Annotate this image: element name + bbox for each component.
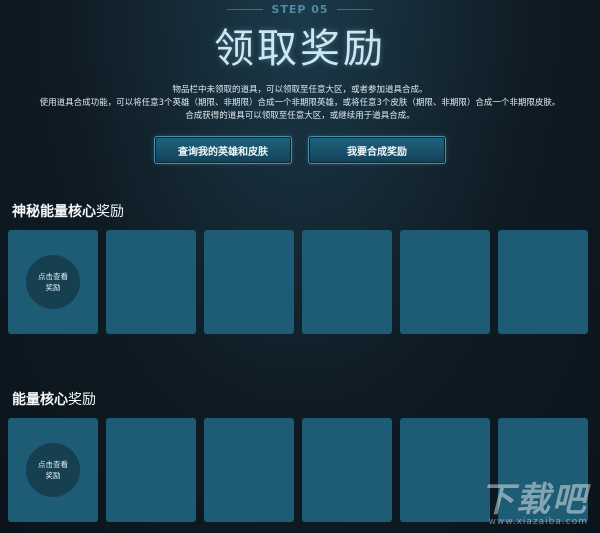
section-title-bold: 神秘能量核心 (12, 204, 96, 220)
reward-card[interactable] (204, 230, 294, 334)
watermark-url: www.xiazaiba.com (480, 517, 588, 527)
section-title-mystic-core: 神秘能量核心奖励 (12, 201, 124, 221)
synthesize-reward-button[interactable]: 我要合成奖励 (308, 136, 446, 164)
reward-card[interactable]: 点击查看 奖励 (8, 230, 98, 334)
view-reward-button[interactable]: 点击查看 奖励 (26, 443, 80, 497)
section-title-light: 奖励 (68, 392, 96, 408)
description: 物品栏中未领取的道具，可以领取至任意大区，或者参加道具合成。 使用道具合成功能，… (0, 84, 600, 123)
step-divider-right (337, 9, 373, 10)
reward-card[interactable] (400, 230, 490, 334)
view-reward-label: 奖励 (46, 282, 61, 293)
reward-card[interactable] (302, 230, 392, 334)
section-title-energy-core: 能量核心奖励 (12, 389, 96, 409)
description-line-1: 物品栏中未领取的道具，可以领取至任意大区，或者参加道具合成。 (0, 84, 600, 97)
description-line-2: 使用道具合成功能，可以将任意3个英雄（期限、非期限）合成一个非期限英雄，或将任意… (0, 97, 600, 110)
query-heroes-skins-button[interactable]: 查询我的英雄和皮肤 (154, 136, 292, 164)
view-reward-label: 点击查看 (38, 271, 68, 282)
reward-row-mystic-core: 点击查看 奖励 (8, 230, 588, 334)
reward-card[interactable] (204, 418, 294, 522)
action-buttons: 查询我的英雄和皮肤 我要合成奖励 (0, 136, 600, 164)
step-divider-left (227, 9, 263, 10)
reward-card[interactable] (106, 418, 196, 522)
reward-card[interactable] (302, 418, 392, 522)
reward-card[interactable] (498, 230, 588, 334)
section-title-light: 奖励 (96, 204, 124, 220)
reward-card[interactable]: 点击查看 奖励 (8, 418, 98, 522)
view-reward-label: 奖励 (46, 470, 61, 481)
reward-card[interactable] (400, 418, 490, 522)
watermark: 下载吧 www.xiazaiba.com (480, 472, 588, 527)
view-reward-button[interactable]: 点击查看 奖励 (26, 255, 80, 309)
description-line-3: 合成获得的道具可以领取至任意大区，或继续用于道具合成。 (0, 110, 600, 123)
view-reward-label: 点击查看 (38, 459, 68, 470)
section-title-bold: 能量核心 (12, 392, 68, 408)
step-label: STEP 05 (271, 3, 328, 16)
reward-card[interactable] (106, 230, 196, 334)
page-title: 领取奖励 (0, 16, 600, 74)
watermark-brand: 下载吧 (480, 472, 588, 521)
